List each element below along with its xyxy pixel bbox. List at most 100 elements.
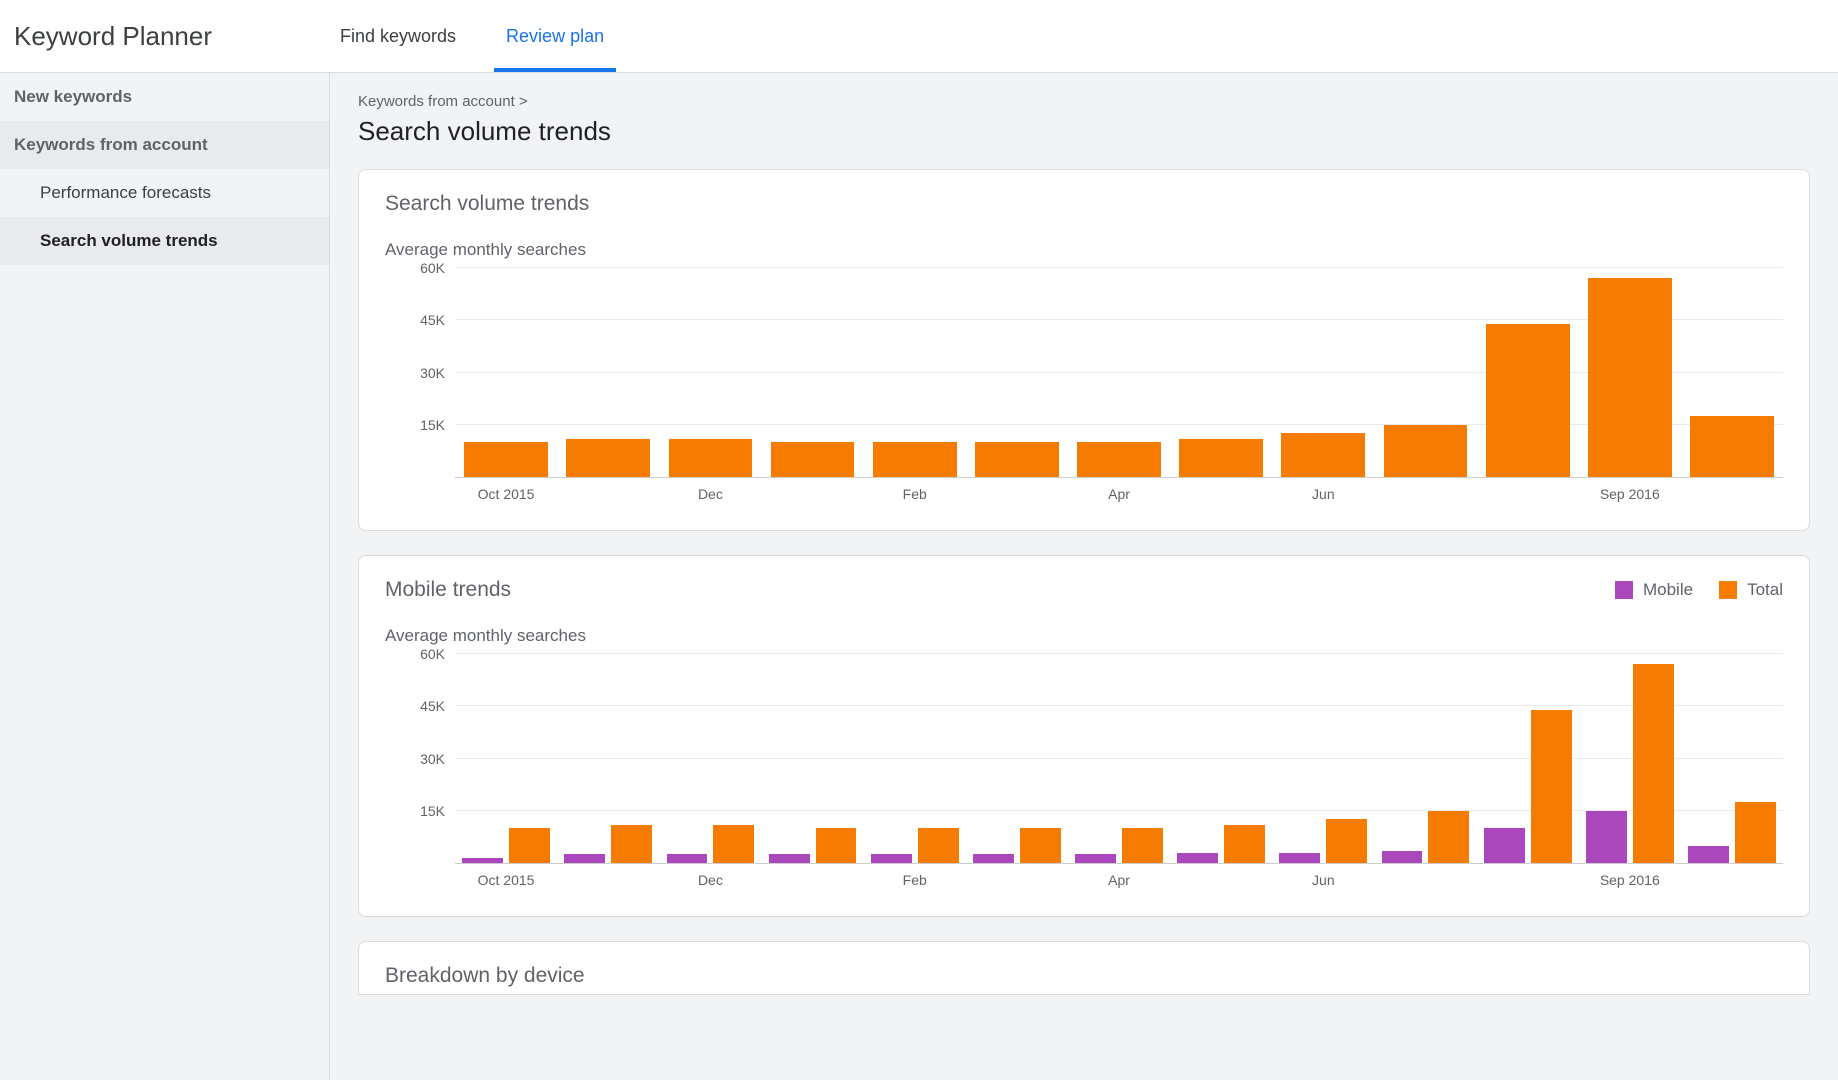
brand-title: Keyword Planner [14,21,334,52]
sidebar-item-keywords-from-account[interactable]: Keywords from account [0,121,329,169]
bar-slot [1477,268,1579,477]
tab-label: Review plan [506,26,604,47]
y-tick-label: 60K [420,260,445,276]
bar-total[interactable] [464,442,548,477]
bar-total[interactable] [1122,828,1163,863]
bar-slot [455,268,557,477]
bar-total[interactable] [816,828,857,863]
bar-slot [455,654,557,863]
x-tick-label: Sep 2016 [1579,486,1681,504]
page-title: Search volume trends [358,116,1810,147]
bar-mobile[interactable] [1382,851,1423,863]
bar-slot [1477,654,1579,863]
bar-total[interactable] [611,825,652,863]
bar-total[interactable] [1486,324,1570,477]
x-tick-label: Apr [1068,486,1170,504]
card-title: Mobile trends [385,578,511,602]
main-content: Keywords from account > Search volume tr… [330,73,1838,1080]
x-tick-label [1477,486,1579,504]
bar-total[interactable] [918,828,959,863]
x-tick-label [761,486,863,504]
x-tick-label: Oct 2015 [455,872,557,890]
bar-mobile[interactable] [1177,853,1218,863]
breadcrumb[interactable]: Keywords from account > [358,93,1810,110]
bar-total[interactable] [1384,425,1468,477]
bar-total[interactable] [975,442,1059,477]
tab-find-keywords[interactable]: Find keywords [334,0,462,72]
bar-mobile[interactable] [462,858,503,863]
legend-swatch-icon [1615,581,1633,599]
bar-total[interactable] [1531,710,1572,863]
bar-mobile[interactable] [1688,846,1729,863]
bar-mobile[interactable] [1075,854,1116,863]
tab-review-plan[interactable]: Review plan [500,0,610,72]
bar-slot [1272,654,1374,863]
legend-label: Total [1747,580,1783,600]
bar-mobile[interactable] [667,854,708,863]
sidebar-item-new-keywords[interactable]: New keywords [0,73,329,121]
bar-total[interactable] [509,828,550,863]
bar-mobile[interactable] [1484,828,1525,863]
bar-slot [864,268,966,477]
bar-mobile[interactable] [1279,853,1320,863]
bar-total[interactable] [1077,442,1161,477]
bar-total[interactable] [566,439,650,477]
bar-mobile[interactable] [1586,811,1627,863]
sidebar-item-performance-forecasts[interactable]: Performance forecasts [0,169,329,217]
x-tick-label [557,486,659,504]
bar-slot [1374,268,1476,477]
bar-total[interactable] [1690,416,1774,477]
chart-subtitle: Average monthly searches [385,626,1783,646]
y-tick-label: 60K [420,646,445,662]
bar-total[interactable] [1735,802,1776,863]
bar-slot [1681,268,1783,477]
card-title: Search volume trends [385,192,589,216]
bar-mobile[interactable] [871,854,912,863]
bar-mobile[interactable] [564,854,605,863]
bar-mobile[interactable] [973,854,1014,863]
x-tick-label [1170,486,1272,504]
bar-total[interactable] [1281,433,1365,477]
bar-slot [1170,654,1272,863]
tab-label: Find keywords [340,26,456,47]
bar-total[interactable] [1224,825,1265,863]
bar-total[interactable] [1588,278,1672,477]
bar-total[interactable] [1179,439,1263,477]
bar-total[interactable] [669,439,753,477]
sidebar-item-label: Performance forecasts [40,183,211,202]
x-tick-label: Feb [864,872,966,890]
y-tick-label: 15K [420,417,445,433]
bar-slot [864,654,966,863]
bar-total[interactable] [1428,811,1469,863]
card-breakdown-by-device: Breakdown by device [358,941,1810,995]
bar-slot [1374,654,1476,863]
x-tick-label [1681,872,1783,890]
y-tick-label: 45K [420,312,445,328]
y-tick-label: 30K [420,365,445,381]
x-tick-label [1374,486,1476,504]
sidebar-item-search-volume-trends[interactable]: Search volume trends [0,217,329,265]
x-tick-label [1170,872,1272,890]
chart-mobile: 15K30K45K60K [385,654,1783,864]
chart-svt: 15K30K45K60K [385,268,1783,478]
legend-swatch-icon [1719,581,1737,599]
legend-item-total: Total [1719,580,1783,600]
bar-total[interactable] [1326,819,1367,863]
bar-slot [1681,654,1783,863]
card-search-volume-trends: Search volume trends Average monthly sea… [358,169,1810,531]
bar-total[interactable] [1633,664,1674,863]
bar-slot [761,268,863,477]
x-tick-label: Dec [659,872,761,890]
bar-total[interactable] [713,825,754,863]
bar-total[interactable] [1020,828,1061,863]
y-tick-label: 30K [420,751,445,767]
sidebar: New keywords Keywords from account Perfo… [0,73,330,1080]
bar-slot [1068,268,1170,477]
bar-slot [1068,654,1170,863]
x-tick-label [1374,872,1476,890]
bar-total[interactable] [873,442,957,477]
bar-mobile[interactable] [769,854,810,863]
bar-total[interactable] [771,442,855,477]
bar-slot [1579,268,1681,477]
bar-slot [557,654,659,863]
